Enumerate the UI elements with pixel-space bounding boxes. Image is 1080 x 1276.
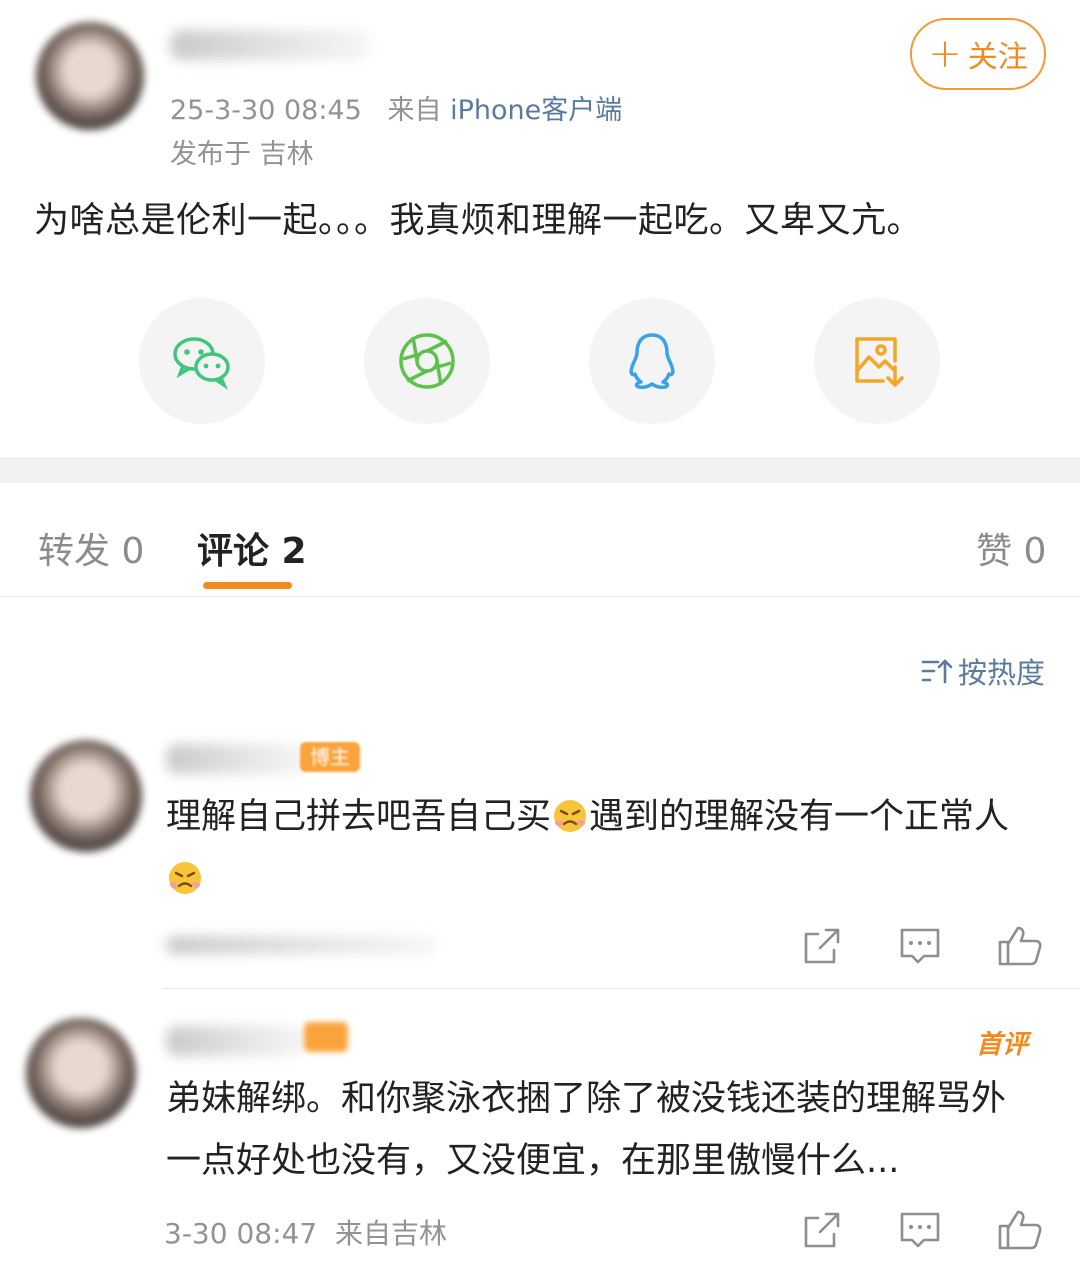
- repost-icon[interactable]: [798, 922, 846, 970]
- post-time-source: 25-3-30 08:45 来自 iPhone客户端: [170, 88, 622, 127]
- sort-button[interactable]: 按热度: [920, 650, 1045, 692]
- tab-comments[interactable]: 评论 2: [197, 522, 307, 574]
- author-avatar[interactable]: [36, 22, 144, 130]
- commenter-name-blurred[interactable]: [166, 744, 306, 774]
- comment-text: 理解自己拼去吧吾自己买 遇到的理解没有一个正常人: [166, 786, 1026, 910]
- repost-icon[interactable]: [798, 1206, 846, 1254]
- angry-emoji-icon: [554, 800, 587, 832]
- sort-icon: [921, 659, 953, 684]
- comment-source: 来自吉林: [334, 1217, 447, 1250]
- comment-time: 3-30 08:47: [164, 1217, 318, 1250]
- share-qq-button[interactable]: [589, 298, 715, 424]
- commenter-avatar[interactable]: [30, 740, 142, 852]
- angry-emoji-icon: [169, 862, 201, 894]
- post-text: 为啥总是伦利一起。。。我真烦和理解一起吃。又卑又亢。: [34, 201, 923, 241]
- like-icon[interactable]: [996, 1206, 1044, 1254]
- wechat-icon: [173, 337, 230, 390]
- comment-meta: 3-30 08:47 来自吉林: [164, 1212, 447, 1252]
- share-wechat-button[interactable]: [139, 298, 265, 424]
- comment-meta-blurred: [166, 936, 436, 954]
- post-location: 发布于 吉林: [170, 139, 314, 170]
- reply-icon[interactable]: [896, 922, 944, 970]
- plus-icon: +: [928, 31, 962, 77]
- source-prefix: 来自: [387, 95, 442, 126]
- comment-text: 弟妹解绑。和你聚泳衣捆了除了被没钱还装的理解骂外一点好处也没有，又没便宜，在那里…: [166, 1079, 1007, 1181]
- post-time: 25-3-30 08:45: [170, 95, 362, 126]
- commenter-name-blurred[interactable]: [166, 1026, 306, 1056]
- commenter-avatar[interactable]: [26, 1018, 136, 1128]
- active-tab-indicator: [203, 582, 292, 589]
- comment-separator: [162, 988, 1080, 989]
- qq-icon: [629, 333, 675, 389]
- tabs-divider: [0, 596, 1080, 597]
- first-comment-badge: 首评: [976, 1030, 1029, 1060]
- moments-icon: [399, 333, 455, 389]
- reply-icon[interactable]: [896, 1206, 944, 1254]
- sort-label: 按热度: [958, 656, 1046, 690]
- tab-repost[interactable]: 转发 0: [38, 522, 144, 574]
- like-icon[interactable]: [996, 922, 1044, 970]
- save-image-icon: [855, 337, 904, 387]
- section-divider: [0, 458, 1080, 483]
- save-image-button[interactable]: [814, 298, 940, 424]
- post-source[interactable]: iPhone客户端: [450, 95, 622, 126]
- tab-likes[interactable]: 赞 0: [976, 522, 1046, 574]
- user-badge-blurred: [304, 1022, 348, 1052]
- share-moments-button[interactable]: [364, 298, 490, 424]
- author-badge: 博主: [300, 742, 360, 772]
- follow-label: 关注: [967, 40, 1028, 75]
- author-name-blurred[interactable]: [170, 30, 370, 60]
- follow-button[interactable]: + 关注: [910, 18, 1046, 90]
